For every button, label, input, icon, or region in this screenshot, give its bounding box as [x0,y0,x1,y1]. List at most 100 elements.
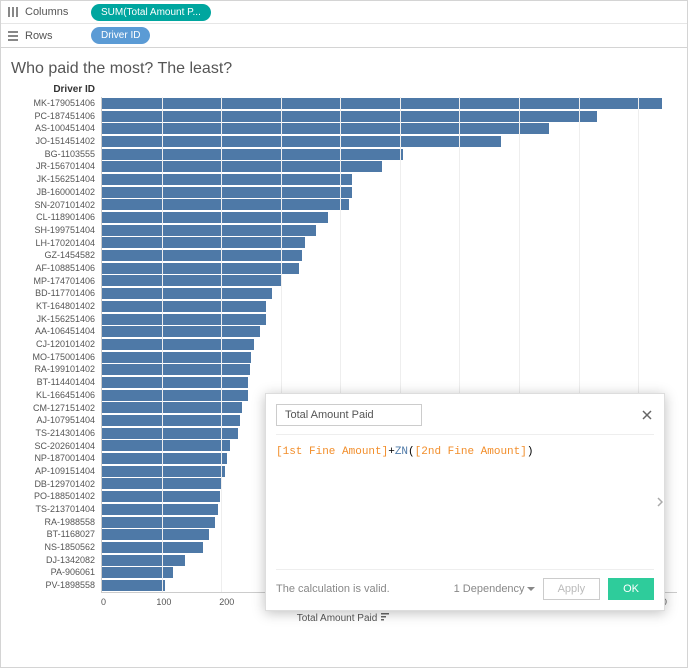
formula-field-1: [1st Fine Amount] [276,446,388,458]
sort-descending-icon[interactable] [381,613,391,623]
bar[interactable] [102,466,225,477]
y-tick-label: JK-156251404 [11,173,101,186]
y-tick-label: JK-156251406 [11,313,101,326]
formula-field-2: [2nd Fine Amount] [415,446,527,458]
dependency-label: 1 Dependency [454,583,525,595]
y-tick-label: BT-114401404 [11,376,101,389]
y-tick-label: BG-1103555 [11,148,101,161]
bar[interactable] [102,567,173,578]
bar-row [102,135,677,148]
dialog-footer: The calculation is valid. 1 Dependency A… [276,569,654,600]
bar-row [102,173,677,186]
x-axis-label: Total Amount Paid [11,613,677,624]
bar[interactable] [102,263,299,274]
y-tick-label: NP-187001404 [11,452,101,465]
calc-name-input[interactable]: Total Amount Paid [276,404,422,426]
bar-row [102,110,677,123]
bar[interactable] [102,237,305,248]
bar[interactable] [102,428,238,439]
columns-shelf[interactable]: Columns SUM(Total Amount P... [1,1,687,24]
bar[interactable] [102,339,254,350]
bar[interactable] [102,517,215,528]
y-tick-label: SH-199751404 [11,224,101,237]
bar[interactable] [102,352,251,363]
dependency-dropdown[interactable]: 1 Dependency [454,583,535,595]
bar-row [102,160,677,173]
x-tick-label: 200 [195,597,258,607]
bar[interactable] [102,453,227,464]
bar[interactable] [102,174,352,185]
y-tick-label: GZ-1454582 [11,249,101,262]
formula-function: ZN [395,446,408,458]
x-tick-label: 0 [101,597,132,607]
columns-pill[interactable]: SUM(Total Amount P... [91,4,211,21]
bar[interactable] [102,377,248,388]
formula-paren-open: ( [408,446,415,458]
rows-pill[interactable]: Driver ID [91,27,150,44]
bar[interactable] [102,504,218,515]
bar[interactable] [102,326,260,337]
bar[interactable] [102,415,240,426]
y-tick-label: LH-170201404 [11,237,101,250]
calc-status: The calculation is valid. [276,583,390,595]
bar-row [102,313,677,326]
bar[interactable] [102,542,203,553]
bar-row [102,97,677,110]
y-tick-label: DB-129701402 [11,478,101,491]
rows-icon [7,30,19,42]
bar[interactable] [102,212,328,223]
bar[interactable] [102,390,248,401]
columns-label: Columns [25,6,91,18]
bar[interactable] [102,275,281,286]
bar-row [102,211,677,224]
x-tick-label: 100 [132,597,195,607]
y-tick-label: DJ-1342082 [11,554,101,567]
expand-caret-icon[interactable] [655,494,665,510]
shelf-area: Columns SUM(Total Amount P... Rows Drive… [1,1,687,48]
bar[interactable] [102,199,349,210]
y-tick-label: KL-166451406 [11,389,101,402]
bar-row [102,300,677,313]
bar[interactable] [102,301,266,312]
bar-row [102,148,677,161]
y-tick-label: MO-175001406 [11,351,101,364]
bar-row [102,287,677,300]
bar[interactable] [102,580,165,591]
y-tick-label: BD-117701406 [11,287,101,300]
bar[interactable] [102,225,316,236]
y-tick-label: TS-214301406 [11,427,101,440]
caret-down-icon [527,587,535,592]
y-tick-label: JO-151451402 [11,135,101,148]
y-tick-label: PA-906061 [11,566,101,579]
y-tick-label: MK-179051406 [11,97,101,110]
y-tick-label: KT-164801402 [11,300,101,313]
y-tick-label: NS-1850562 [11,541,101,554]
y-tick-label: AA-106451404 [11,325,101,338]
bar[interactable] [102,250,302,261]
formula-editor[interactable]: [1st Fine Amount]+ZN([2nd Fine Amount]) [276,434,654,569]
bar[interactable] [102,529,209,540]
rows-shelf[interactable]: Rows Driver ID [1,24,687,47]
y-tick-label: SN-207101402 [11,199,101,212]
bar[interactable] [102,314,266,325]
gridline [221,97,222,592]
bar[interactable] [102,440,230,451]
bar[interactable] [102,149,403,160]
close-icon[interactable] [640,408,654,422]
bar[interactable] [102,111,597,122]
bar[interactable] [102,364,250,375]
bar-row [102,325,677,338]
bar[interactable] [102,555,185,566]
formula-operator: + [388,446,395,458]
columns-icon [7,6,19,18]
ok-button[interactable]: OK [608,578,654,600]
y-tick-label: RA-199101402 [11,363,101,376]
bar[interactable] [102,123,549,134]
bar[interactable] [102,187,352,198]
apply-button[interactable]: Apply [543,578,601,600]
bar[interactable] [102,288,272,299]
y-tick-label: CM-127151402 [11,402,101,415]
bar-row [102,249,677,262]
rows-label: Rows [25,30,91,42]
bar-row [102,199,677,212]
